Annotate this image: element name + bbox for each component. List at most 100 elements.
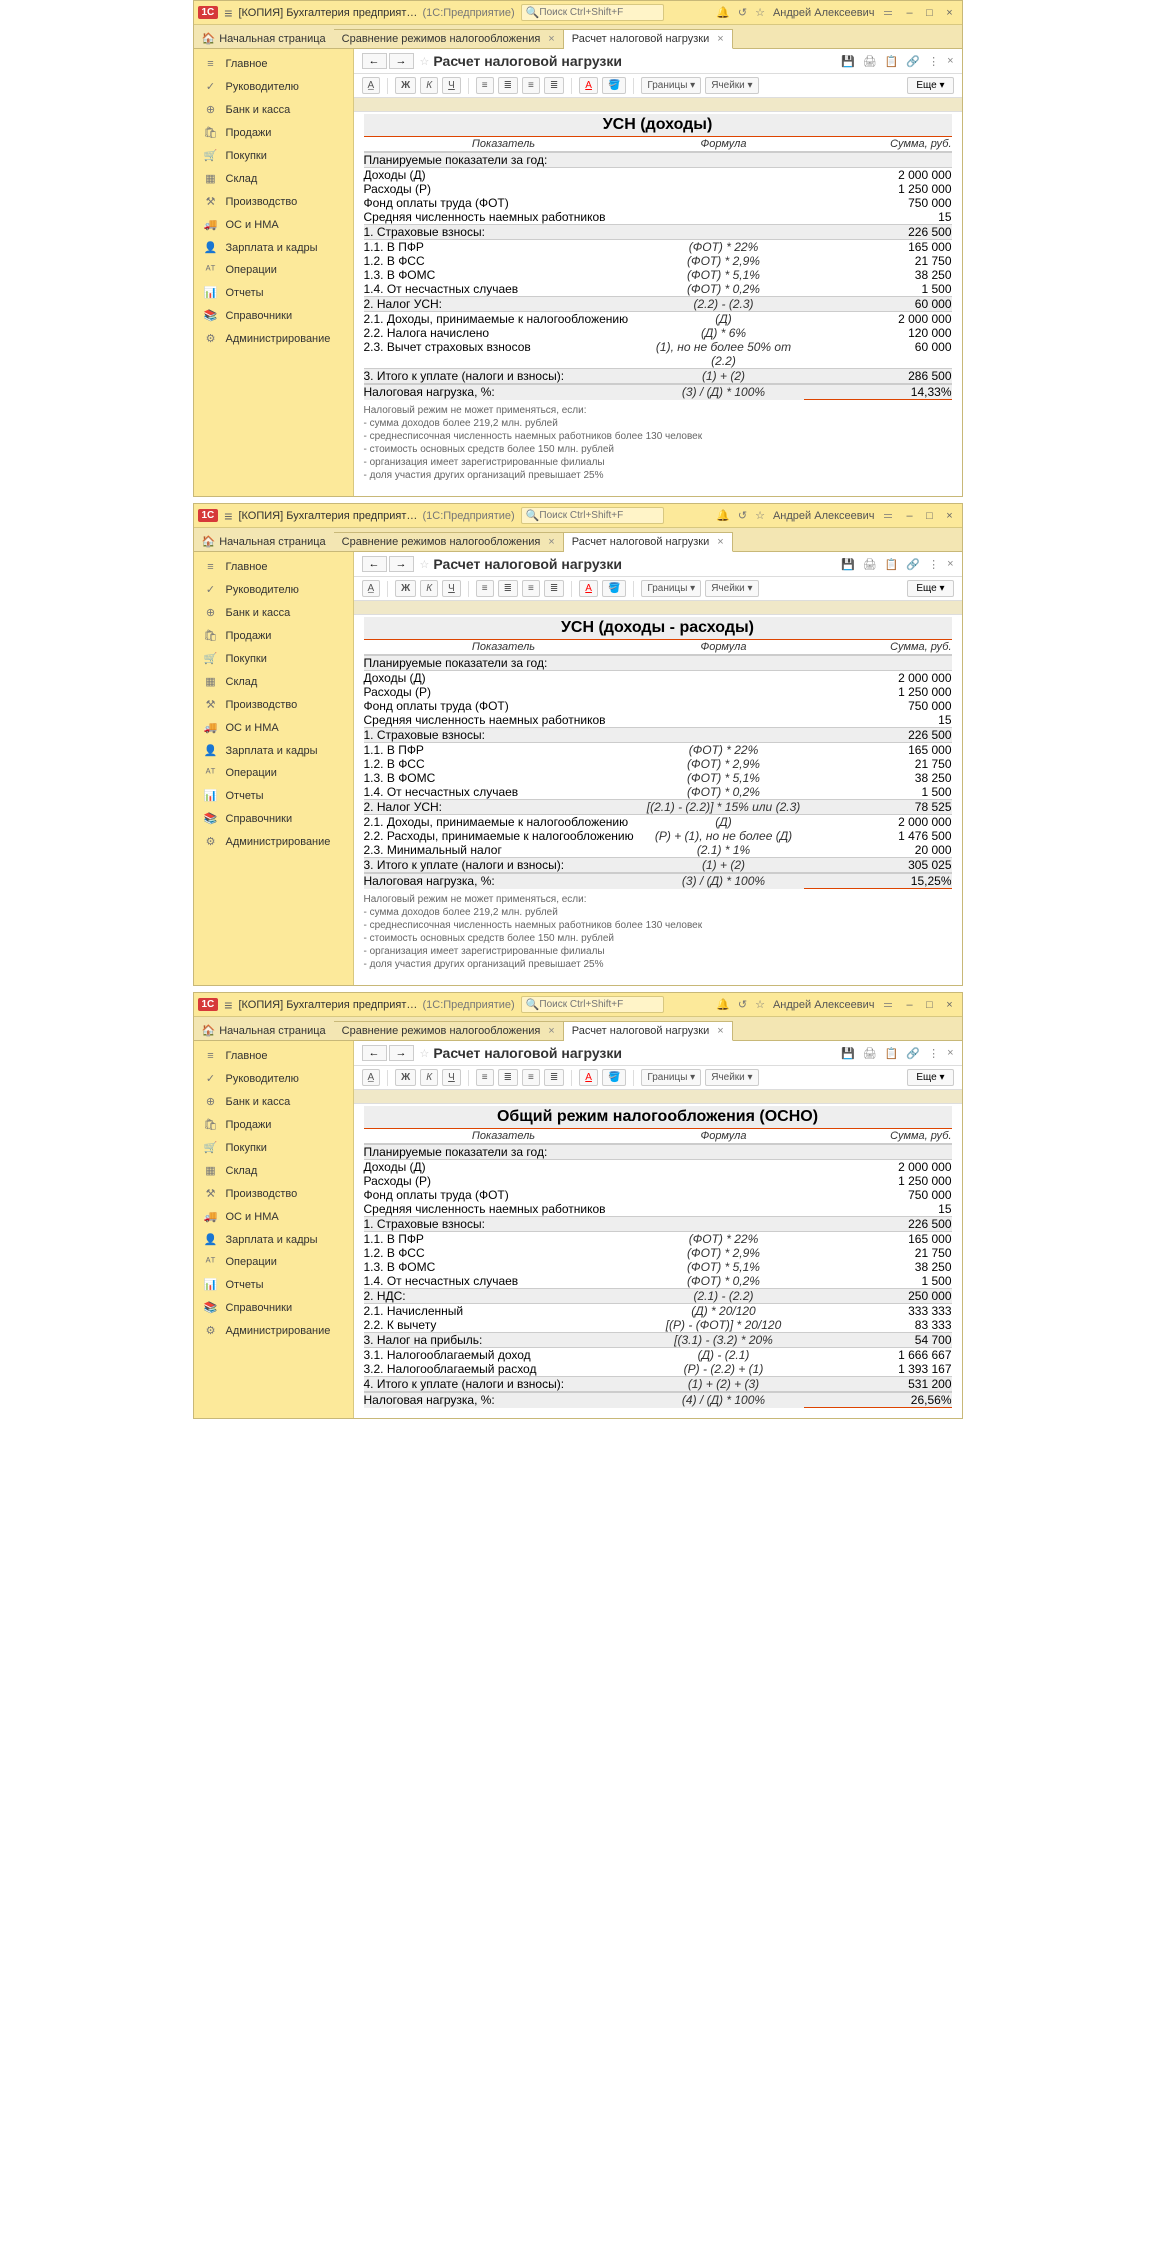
equals-icon[interactable]: ＝ — [883, 5, 894, 21]
save-icon[interactable]: 💾 — [841, 558, 855, 571]
sidebar-item[interactable]: ▦Склад — [194, 167, 353, 190]
clipboard-icon[interactable]: 📋 — [885, 55, 899, 68]
sidebar-item[interactable]: 📊Отчеты — [194, 784, 353, 807]
sidebar-item[interactable]: ᴬᵀОперации — [194, 259, 353, 281]
user-name[interactable]: Андрей Алексеевич — [773, 7, 875, 19]
save-icon[interactable]: 💾 — [841, 1047, 855, 1060]
link-icon[interactable]: 🔗 — [906, 1047, 920, 1060]
menu-icon[interactable]: ≡ — [224, 508, 232, 524]
font-color-button[interactable]: A — [579, 580, 598, 597]
align-right-button[interactable]: ≡ — [522, 77, 540, 94]
forward-button[interactable]: → — [389, 1045, 414, 1061]
print-icon[interactable]: 🖨 — [863, 55, 877, 68]
borders-button[interactable]: Границы ▾ — [641, 77, 701, 94]
search-input[interactable] — [539, 510, 659, 521]
close-page-icon[interactable]: × — [947, 1047, 953, 1060]
font-button[interactable]: A̲ — [362, 1069, 381, 1086]
history-icon[interactable]: ↺ — [738, 6, 747, 19]
underline-button[interactable]: Ч — [442, 1069, 461, 1086]
borders-button[interactable]: Границы ▾ — [641, 580, 701, 597]
sidebar-item[interactable]: 📚Справочники — [194, 304, 353, 327]
cells-button[interactable]: Ячейки ▾ — [705, 77, 758, 94]
user-name[interactable]: Андрей Алексеевич — [773, 510, 875, 522]
tab-calc[interactable]: Расчет налоговой нагрузки× — [564, 1021, 733, 1041]
font-color-button[interactable]: A — [579, 1069, 598, 1086]
tab-home[interactable]: 🏠 Начальная страница — [194, 1021, 334, 1040]
menu-icon[interactable]: ≡ — [224, 997, 232, 1013]
cells-button[interactable]: Ячейки ▾ — [705, 580, 758, 597]
font-button[interactable]: A̲ — [362, 77, 381, 94]
sidebar-item[interactable]: ⚒Производство — [194, 1182, 353, 1205]
underline-button[interactable]: Ч — [442, 580, 461, 597]
link-icon[interactable]: 🔗 — [906, 558, 920, 571]
sidebar-item[interactable]: ✓Руководителю — [194, 578, 353, 601]
bell-icon[interactable]: 🔔 — [716, 998, 730, 1011]
more-button[interactable]: Еще ▾ — [907, 77, 953, 94]
cells-button[interactable]: Ячейки ▾ — [705, 1069, 758, 1086]
sidebar-item[interactable]: ⚙Администрирование — [194, 1319, 353, 1342]
sidebar-item[interactable]: ⚒Производство — [194, 190, 353, 213]
history-icon[interactable]: ↺ — [738, 509, 747, 522]
sidebar-item[interactable]: 🚚ОС и НМА — [194, 213, 353, 236]
search-box[interactable]: 🔍 — [521, 996, 665, 1013]
sidebar-item[interactable]: ≡Главное — [194, 53, 353, 75]
sidebar-item[interactable]: 📚Справочники — [194, 1296, 353, 1319]
close-icon[interactable]: × — [548, 1025, 554, 1037]
sidebar-item[interactable]: 🛒Покупки — [194, 647, 353, 670]
sidebar-item[interactable]: 🚚ОС и НМА — [194, 716, 353, 739]
close-button[interactable]: × — [942, 999, 958, 1011]
sidebar-item[interactable]: ᴬᵀОперации — [194, 762, 353, 784]
sidebar-item[interactable]: 🛍Продажи — [194, 121, 353, 144]
kebab-icon[interactable]: ⋮ — [928, 558, 939, 571]
favorite-icon[interactable]: ☆ — [420, 1047, 430, 1060]
star-icon[interactable]: ☆ — [755, 998, 765, 1011]
forward-button[interactable]: → — [389, 556, 414, 572]
sidebar-item[interactable]: ⊕Банк и касса — [194, 1090, 353, 1113]
star-icon[interactable]: ☆ — [755, 509, 765, 522]
sidebar-item[interactable]: 🛍Продажи — [194, 1113, 353, 1136]
tab-home[interactable]: 🏠 Начальная страница — [194, 29, 334, 48]
align-center-button[interactable]: ≣ — [498, 1069, 518, 1086]
back-button[interactable]: ← — [362, 53, 387, 69]
sidebar-item[interactable]: ⚒Производство — [194, 693, 353, 716]
minimize-button[interactable]: – — [902, 510, 918, 522]
sidebar-item[interactable]: ᴬᵀОперации — [194, 1251, 353, 1273]
font-color-button[interactable]: A — [579, 77, 598, 94]
menu-icon[interactable]: ≡ — [224, 5, 232, 21]
sidebar-item[interactable]: 📊Отчеты — [194, 281, 353, 304]
align-center-button[interactable]: ≣ — [498, 77, 518, 94]
close-page-icon[interactable]: × — [947, 55, 953, 68]
link-icon[interactable]: 🔗 — [906, 55, 920, 68]
bg-color-button[interactable]: 🪣 — [602, 77, 626, 94]
search-input[interactable] — [539, 999, 659, 1010]
clipboard-icon[interactable]: 📋 — [885, 558, 899, 571]
favorite-icon[interactable]: ☆ — [420, 55, 430, 68]
close-icon[interactable]: × — [548, 536, 554, 548]
sidebar-item[interactable]: 👤Зарплата и кадры — [194, 1228, 353, 1251]
sidebar-item[interactable]: ▦Склад — [194, 1159, 353, 1182]
more-button[interactable]: Еще ▾ — [907, 1069, 953, 1086]
close-icon[interactable]: × — [717, 33, 723, 45]
bell-icon[interactable]: 🔔 — [716, 509, 730, 522]
sidebar-item[interactable]: ✓Руководителю — [194, 75, 353, 98]
sidebar-item[interactable]: 📚Справочники — [194, 807, 353, 830]
minimize-button[interactable]: – — [902, 7, 918, 19]
back-button[interactable]: ← — [362, 556, 387, 572]
star-icon[interactable]: ☆ — [755, 6, 765, 19]
kebab-icon[interactable]: ⋮ — [928, 55, 939, 68]
italic-button[interactable]: К — [420, 580, 438, 597]
sidebar-item[interactable]: ≡Главное — [194, 1045, 353, 1067]
font-button[interactable]: A̲ — [362, 580, 381, 597]
close-icon[interactable]: × — [717, 1025, 723, 1037]
sidebar-item[interactable]: 👤Зарплата и кадры — [194, 236, 353, 259]
close-button[interactable]: × — [942, 7, 958, 19]
close-icon[interactable]: × — [717, 536, 723, 548]
sidebar-item[interactable]: 📊Отчеты — [194, 1273, 353, 1296]
tab-home[interactable]: 🏠 Начальная страница — [194, 532, 334, 551]
align-right-button[interactable]: ≡ — [522, 1069, 540, 1086]
sidebar-item[interactable]: 🛒Покупки — [194, 1136, 353, 1159]
user-name[interactable]: Андрей Алексеевич — [773, 999, 875, 1011]
bell-icon[interactable]: 🔔 — [716, 6, 730, 19]
sidebar-item[interactable]: ⚙Администрирование — [194, 327, 353, 350]
maximize-button[interactable]: □ — [922, 510, 938, 522]
